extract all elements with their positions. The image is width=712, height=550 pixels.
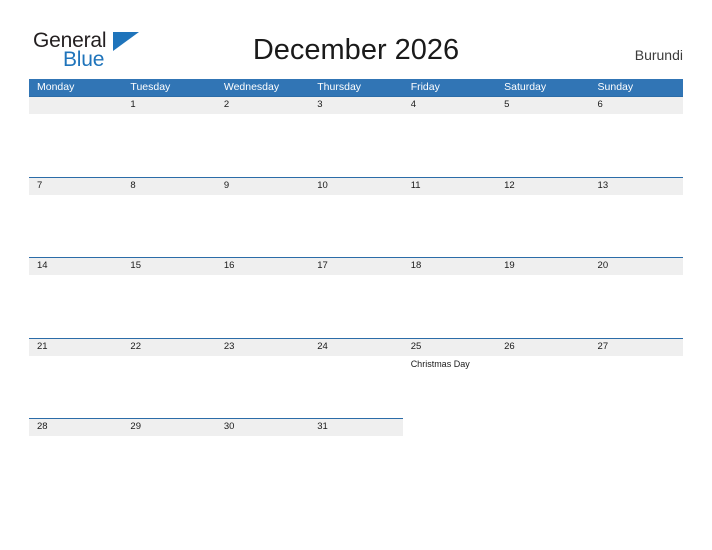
day-number: 3: [317, 99, 323, 110]
calendar-week-row: 7 8 9 10 11 12 13: [29, 176, 683, 258]
week-cells: 21 22 23 24 25 Christmas Day 26 27: [29, 338, 683, 419]
day-number: 12: [504, 179, 515, 191]
country-label: Burundi: [634, 47, 683, 63]
day-cell[interactable]: 21: [29, 338, 122, 419]
day-cell[interactable]: 24: [309, 338, 402, 419]
day-cell[interactable]: 3: [309, 96, 402, 177]
day-cell[interactable]: 31: [309, 418, 402, 499]
calendar-weeks: 1 2 3 4 5 6 7 8 9 10 11 12 13 14 15 16 17 18 19 20 21 22 23 24 2…: [29, 96, 683, 499]
weekday-header-wednesday: Wednesday: [223, 81, 280, 93]
weekday-header-friday: Friday: [410, 81, 440, 93]
calendar-page: General Blue December 2026 Burundi Monda…: [0, 0, 712, 550]
day-cell[interactable]: 26: [496, 338, 589, 419]
day-cell[interactable]: 9: [216, 177, 309, 258]
day-number: 22: [130, 340, 141, 352]
day-number: 5: [504, 99, 510, 110]
day-cell[interactable]: 22: [122, 338, 215, 419]
weekday-header-sunday: Sunday: [597, 81, 634, 93]
day-number: 15: [130, 260, 141, 271]
day-number: 11: [410, 179, 421, 191]
day-number: 13: [597, 179, 609, 191]
calendar-grid: Monday Tuesday Wednesday Thursday Friday Satu…: [29, 79, 683, 499]
day-number: 10: [317, 179, 328, 191]
day-cell[interactable]: 17: [309, 257, 402, 338]
day-number: 4: [410, 99, 416, 110]
day-cell[interactable]: 13: [590, 177, 683, 258]
day-cell[interactable]: 23: [216, 338, 309, 419]
week-cells: 28 29 30 31: [29, 418, 683, 499]
day-number: 16: [223, 260, 235, 271]
day-number: 17: [317, 260, 328, 271]
day-number: 20: [597, 260, 609, 271]
calendar-week-row: 21 22 23 24 25 Christmas Day 26 27: [29, 337, 683, 419]
day-number: 6: [597, 99, 603, 110]
day-cell[interactable]: 30: [216, 418, 309, 499]
day-number: 28: [37, 421, 48, 432]
day-cell[interactable]: 1: [122, 96, 215, 177]
day-cell[interactable]: 16: [216, 257, 309, 338]
day-number: 27: [597, 340, 609, 352]
week-cells: 7 8 9 10 11 12 13: [29, 177, 683, 258]
day-cell[interactable]: 4: [403, 96, 496, 177]
day-cell-empty: [403, 418, 496, 499]
day-number: 14: [37, 260, 48, 271]
day-cell[interactable]: 10: [309, 177, 402, 258]
day-number: 30: [223, 421, 235, 432]
day-cell-empty: [590, 418, 683, 499]
day-number: 7: [37, 179, 43, 191]
day-number: 2: [223, 99, 230, 110]
holiday-label: Christmas Day: [410, 358, 470, 369]
day-cell[interactable]: 25 Christmas Day: [403, 338, 496, 419]
weekday-header-thursday: Thursday: [317, 81, 362, 93]
day-cell[interactable]: 7: [29, 177, 122, 258]
day-cell[interactable]: 18: [403, 257, 496, 338]
day-cell[interactable]: 8: [122, 177, 215, 258]
page-header: General Blue December 2026 Burundi: [0, 0, 712, 78]
day-cell[interactable]: 28: [29, 418, 122, 499]
day-number: 9: [223, 179, 230, 191]
page-title: December 2026: [252, 34, 460, 66]
week-cells: 1 2 3 4 5 6: [29, 96, 683, 177]
day-number: 1: [130, 99, 136, 110]
day-cell[interactable]: 19: [496, 257, 589, 338]
day-cell[interactable]: 6: [590, 96, 683, 177]
day-number: 29: [130, 421, 141, 432]
day-cell-empty: [496, 418, 589, 499]
day-number: 26: [504, 340, 515, 352]
week-cells: 14 15 16 17 18 19 20: [29, 257, 683, 338]
day-number: 24: [317, 340, 328, 352]
weekday-header-row: Monday Tuesday Wednesday Thursday Friday Satu…: [29, 79, 683, 96]
day-number: 8: [130, 179, 136, 191]
day-cell[interactable]: 11: [403, 177, 496, 258]
day-number: 23: [223, 340, 235, 352]
weekday-header-tuesday: Tuesday: [130, 81, 171, 93]
day-number: 18: [410, 260, 422, 271]
day-cell[interactable]: 12: [496, 177, 589, 258]
day-number: 25: [410, 340, 422, 352]
day-number: 31: [317, 421, 328, 432]
weekday-header-saturday: Saturday: [504, 81, 547, 93]
day-cell[interactable]: 5: [496, 96, 589, 177]
day-number: 21: [37, 340, 48, 352]
day-cell-empty: [29, 96, 122, 177]
day-cell[interactable]: 2: [216, 96, 309, 177]
day-number: 19: [504, 260, 515, 271]
calendar-week-row: 1 2 3 4 5 6: [29, 96, 683, 177]
weekday-header-monday: Monday: [37, 81, 75, 93]
day-cell[interactable]: 15: [122, 257, 215, 338]
day-cell[interactable]: 29: [122, 418, 215, 499]
day-cell[interactable]: 14: [29, 257, 122, 338]
day-cell[interactable]: 27: [590, 338, 683, 419]
day-cell[interactable]: 20: [590, 257, 683, 338]
calendar-week-row: 28 29 30 31: [29, 418, 683, 499]
calendar-week-row: 14 15 16 17 18 19 20: [29, 257, 683, 338]
